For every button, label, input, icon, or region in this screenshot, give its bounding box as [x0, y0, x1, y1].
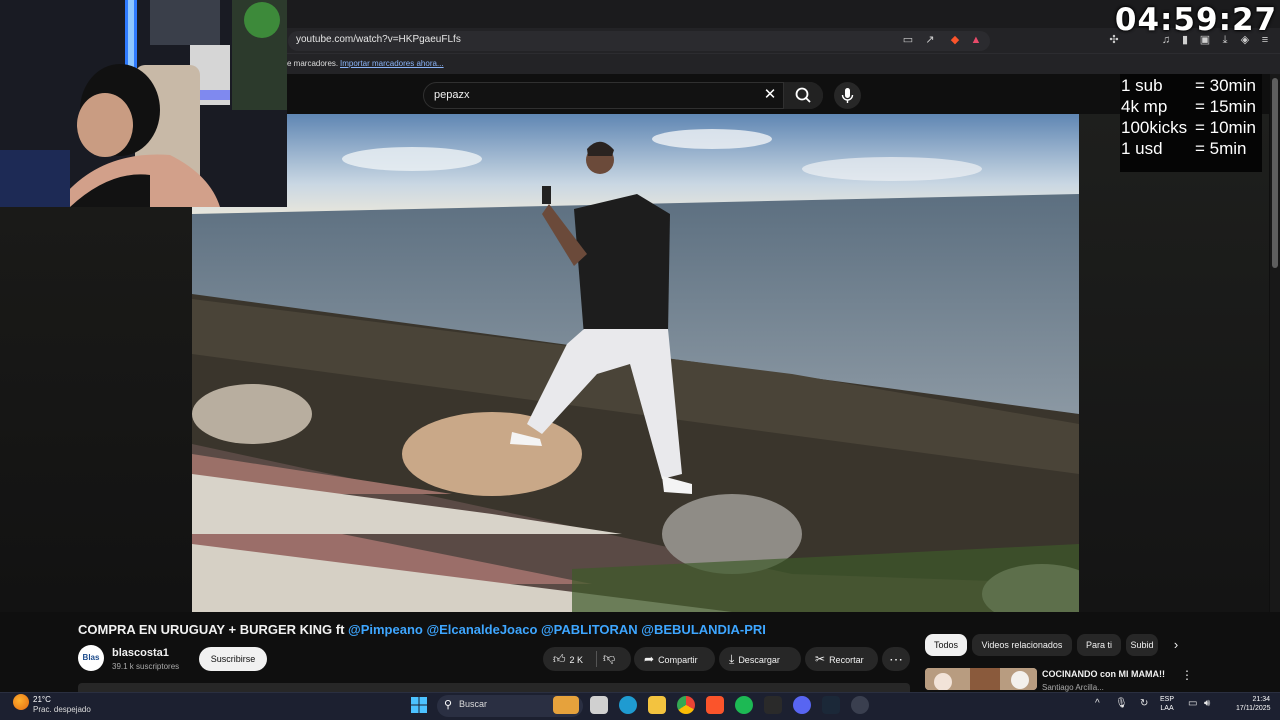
download-icon: ⤓ — [729, 652, 735, 666]
video-title-mentions[interactable]: @Pimpeano @ElcanaldeJoaco @PABLITORAN @B… — [348, 622, 766, 637]
chip-uploaded[interactable]: Subid — [1126, 634, 1158, 656]
search-button[interactable] — [783, 82, 823, 109]
chrome-icon[interactable] — [677, 696, 695, 714]
brave-icon[interactable] — [706, 696, 724, 714]
share-icon[interactable]: ↗ — [923, 33, 937, 47]
rule-key: 1 usd — [1121, 139, 1163, 158]
like-button[interactable]: 👍︎ 2 K — [543, 647, 631, 671]
rule-row: 4k mp = 15min — [1121, 96, 1261, 117]
rule-key: 100kicks — [1121, 118, 1188, 137]
download-label: Descargar — [738, 655, 780, 665]
like-count: 2 K — [569, 655, 584, 665]
discord-icon[interactable] — [793, 696, 811, 714]
clock-date: 17/11/2025 — [1236, 705, 1271, 712]
recommended-title[interactable]: COCINANDO con MI MAMA!! — [1042, 669, 1165, 679]
thumbs-down-icon: 👎︎ — [603, 651, 616, 665]
rewards-icon[interactable]: ▲ — [969, 33, 983, 47]
clock-time: 21:34 — [1252, 696, 1270, 703]
tray-microphone-icon[interactable]: 🎙︎ — [1115, 698, 1128, 709]
video-title-text: COMPRA EN URUGUAY + BURGER KING ft — [78, 622, 349, 637]
tray-expand-icon[interactable]: ^ — [1095, 698, 1100, 709]
task-view-icon[interactable] — [590, 696, 608, 714]
file-explorer-icon[interactable] — [648, 696, 666, 714]
screen-icon[interactable]: ▭ — [901, 33, 915, 47]
chip-all[interactable]: Todos — [925, 634, 967, 656]
search-highlight-icon[interactable] — [553, 696, 579, 714]
weather-temperature[interactable]: 21°C — [33, 695, 51, 704]
description-box[interactable] — [78, 683, 910, 692]
subscribe-button[interactable]: Suscribirse — [199, 647, 267, 671]
recommended-thumbnail[interactable] — [925, 668, 1037, 690]
chip-related[interactable]: Videos relacionados — [972, 634, 1072, 656]
search-icon: ⚲ — [444, 699, 453, 711]
rule-value: = 10min — [1195, 118, 1256, 137]
chevron-right-icon[interactable]: › — [1168, 637, 1184, 653]
windows-taskbar — [0, 692, 1280, 720]
channel-avatar[interactable]: Blas — [78, 645, 104, 671]
rule-value: = 5min — [1195, 139, 1247, 158]
language-line-1: ESP — [1160, 696, 1175, 703]
address-bar-url: youtube.com/watch?v=HKPgaeuFLfs — [296, 34, 461, 45]
video-title: COMPRA EN URUGUAY + BURGER KING ft @Pimp… — [78, 622, 766, 637]
stream-timer: 04:59:27 — [1114, 2, 1278, 38]
language-line-2: LAA — [1160, 705, 1174, 712]
language-indicator[interactable]: ESP LAA — [1160, 695, 1174, 713]
recommended-channel[interactable]: Santiago Arcilla... — [1042, 683, 1104, 692]
network-icon[interactable]: ▭ — [1188, 698, 1197, 709]
windows-logo-icon — [411, 697, 427, 713]
brave-shield-icon[interactable]: ◆ — [948, 33, 962, 47]
steam-icon[interactable] — [822, 696, 840, 714]
dislike-button[interactable]: 👎︎ — [603, 651, 615, 666]
player-background-left — [0, 207, 192, 612]
spotify-icon[interactable] — [735, 696, 753, 714]
rule-value: = 15min — [1195, 97, 1256, 116]
download-button[interactable]: ⤓ Descargar — [719, 647, 801, 671]
share-button[interactable]: ➦ Compartir — [634, 647, 715, 671]
clip-label: Recortar — [829, 655, 864, 665]
scissors-icon: ✂ — [815, 652, 826, 666]
import-bookmarks-link[interactable]: Importar marcadores ahora... — [340, 59, 444, 68]
video-player[interactable] — [192, 114, 1079, 612]
scrollbar-thumb[interactable] — [1272, 78, 1278, 268]
obs-icon[interactable] — [851, 696, 869, 714]
clip-button[interactable]: ✂ Recortar — [805, 647, 878, 671]
tray-sync-icon[interactable]: ↻ — [1140, 698, 1148, 709]
webcam-feed — [0, 0, 287, 207]
voice-search-button[interactable] — [834, 82, 861, 109]
search-input-value: pepazx — [434, 89, 470, 101]
subscriber-count: 39.1 k suscriptores — [112, 662, 180, 671]
rule-row: 100kicks = 10min — [1121, 117, 1261, 138]
player-background-right — [1079, 114, 1269, 612]
kebab-menu-icon[interactable]: ⋮ — [1181, 668, 1193, 682]
share-label: Compartir — [658, 655, 698, 665]
share-arrow-icon: ➦ — [644, 652, 655, 666]
rule-value: = 30min — [1195, 76, 1256, 95]
weather-description[interactable]: Prac. despejado — [33, 705, 91, 714]
rule-row: 1 usd = 5min — [1121, 138, 1261, 159]
subathon-rules-panel: 1 sub = 30min 4k mp = 15min 100kicks = 10mi… — [1120, 74, 1262, 172]
more-actions-button[interactable]: ⋯ — [882, 647, 910, 671]
start-button[interactable] — [410, 696, 428, 714]
bookmarks-label: e marcadores. — [287, 59, 339, 68]
microphone-icon — [841, 88, 854, 103]
recommended-thumbnail-image — [925, 668, 1037, 690]
channel-name[interactable]: blascosta1 — [112, 647, 169, 659]
video-frame — [192, 114, 1079, 612]
taskbar-search-placeholder: Buscar — [459, 699, 488, 709]
volume-icon[interactable]: 🔊︎ — [1204, 698, 1210, 709]
epic-games-icon[interactable] — [764, 696, 782, 714]
rule-row: 1 sub = 30min — [1121, 75, 1261, 96]
thumbs-up-icon: 👍︎ — [553, 652, 566, 666]
rule-key: 1 sub — [1121, 76, 1163, 95]
weather-icon[interactable] — [13, 694, 29, 710]
search-icon — [795, 87, 811, 103]
system-clock[interactable]: 21:34 17/11/2025 — [1236, 695, 1271, 713]
like-divider — [596, 651, 597, 667]
webcam-overlay — [0, 0, 287, 207]
rule-key: 4k mp — [1121, 97, 1168, 116]
chip-for-you[interactable]: Para ti — [1077, 634, 1121, 656]
edge-icon[interactable] — [619, 696, 637, 714]
clear-search-icon[interactable]: ✕ — [762, 86, 778, 104]
